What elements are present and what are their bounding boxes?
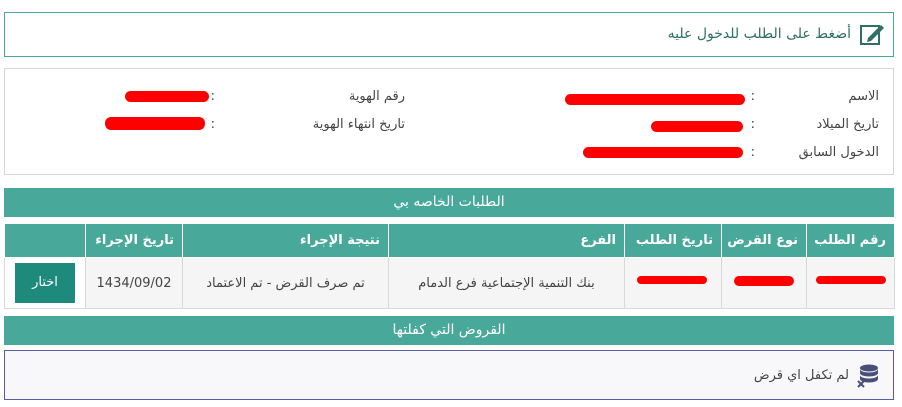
- requests-table: رقم الطلب نوع القرض تاريخ الطلب الفرع نت…: [4, 223, 895, 309]
- guarantees-panel: لم تكفل اي قرض: [4, 350, 894, 400]
- action-date-cell: 1434/09/02: [85, 257, 183, 309]
- request-date-cell: [624, 257, 722, 309]
- database-remove-icon: [857, 364, 878, 388]
- id-expiry-label: تاريخ انتهاء الهوية: [312, 117, 405, 132]
- name-redaction: [565, 94, 745, 105]
- request-number-redaction: [816, 276, 886, 284]
- loan-type-cell: [721, 257, 807, 309]
- last-login-label: الدخول السابق: [798, 145, 879, 160]
- last-login-redaction: [583, 147, 743, 158]
- id-expiry-colon: :: [210, 117, 215, 132]
- id-colon: :: [210, 89, 215, 104]
- loan-type-redaction: [734, 276, 794, 286]
- dob-redaction: [651, 121, 743, 132]
- dob-label: تاريخ الميلاد: [816, 117, 879, 132]
- no-guarantees-text: لم تكفل اي قرض: [753, 368, 849, 383]
- requests-title: الطلبات الخاصه بي: [4, 188, 894, 217]
- last-login-colon: :: [750, 145, 755, 160]
- col-loan-type: نوع القرض: [721, 223, 807, 258]
- instruction-panel: أضغط على الطلب للدخول عليه: [4, 12, 894, 57]
- guarantees-title: القروض التي كفلتها: [4, 316, 894, 345]
- request-number-cell: [806, 257, 895, 309]
- personal-info-panel: الاسم : تاريخ الميلاد : الدخول السابق : …: [4, 68, 894, 175]
- instruction-text: أضغط على الطلب للدخول عليه: [667, 26, 851, 42]
- col-action-date: تاريخ الإجراء: [85, 223, 183, 258]
- col-action-result: نتيجة الإجراء: [182, 223, 389, 258]
- id-redaction: [125, 91, 209, 102]
- requests-header-row: رقم الطلب نوع القرض تاريخ الطلب الفرع نت…: [4, 223, 895, 258]
- name-label: الاسم: [848, 89, 879, 104]
- col-request-number: رقم الطلب: [806, 223, 895, 258]
- request-date-redaction: [637, 276, 707, 284]
- select-cell: اختار: [4, 257, 86, 309]
- dob-colon: :: [750, 117, 755, 132]
- edit-icon: [860, 25, 884, 45]
- id-expiry-redaction: [105, 117, 205, 130]
- branch-cell: بنك التنمية الإجتماعية فرع الدمام: [388, 257, 625, 309]
- id-label: رقم الهوية: [348, 89, 405, 104]
- table-row[interactable]: بنك التنمية الإجتماعية فرع الدمام تم صرف…: [4, 257, 895, 309]
- col-select: [4, 223, 86, 258]
- name-colon: :: [750, 89, 755, 104]
- select-button[interactable]: اختار: [15, 263, 75, 303]
- col-branch: الفرع: [388, 223, 625, 258]
- col-request-date: تاريخ الطلب: [624, 223, 722, 258]
- action-result-cell: تم صرف القرض - تم الاعتماد: [182, 257, 389, 309]
